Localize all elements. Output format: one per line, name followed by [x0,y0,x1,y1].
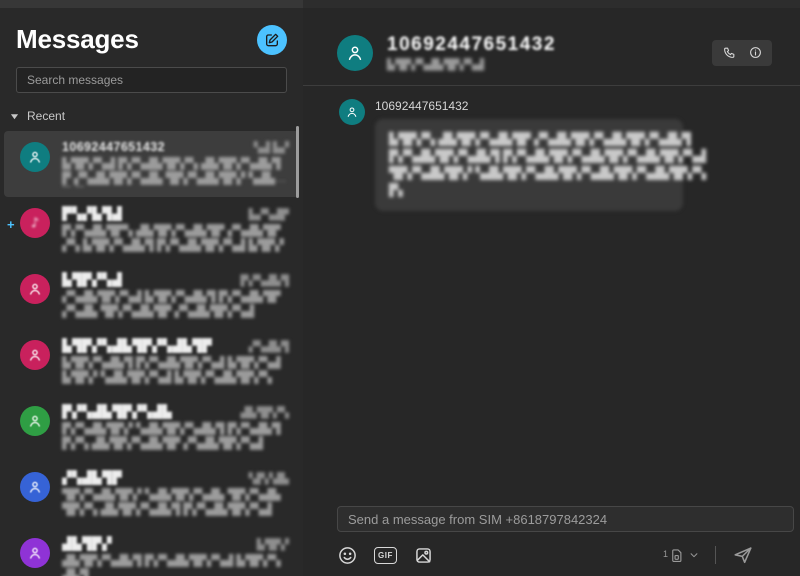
conversation-time: ▙▞▚▟▛ [248,209,289,221]
sim-slot-number: 1 [662,548,668,559]
attach-image-button[interactable] [413,545,434,566]
conversation-item[interactable]: ▙▜▛▞▚▟▙▜▛▞▚▟▙▜▛ ▞▚▟▙▜ ▙▜▛▞▚▟▙▜ ▛▞▚▟▙▜▛▞▚▟ … [4,329,299,395]
conversation-preview: ▙▜▛▞▚▟ ▛▞▚▟▙▜▛▞▚ ▟▙▜▛▞▚▟▙▜▛ ▞▚▟▙▜▛▞▚▟▙ ▜… [62,158,284,185]
person-icon [20,274,50,304]
sidebar-scrollbar[interactable] [296,126,299,198]
chevron-down-icon [685,550,699,560]
message-history: 10692447651432 ▙▜▛▞▚ ▟▙▜▛▞▚▟▙▜▛ ▞▚▟▙▜▛▞▚… [303,86,800,506]
conversation-item[interactable]: ▞▚▟▙▜▛ ▚▛▞▟▙ ▜▛▞▚▟▙▜▛▞ ▚▟▙▜▛▞▚▟▙ ▜▛▞▚▟▙▜▛▞… [4,461,299,527]
gif-button[interactable]: GIF [374,546,397,564]
conversation-preview: ▙▜▛▞▚▟▙▜ ▛▞▚▟▙▜▛▞▚▟ ▙▜▛▞▚▟▙▜▛▞ ▚▟▙▜▛▞▚▟ … [62,357,281,384]
sender-avatar [339,99,365,125]
person-icon [20,472,50,502]
thread-title: 10692447651432 [387,34,556,55]
message-composer: GIF 1 [303,506,800,576]
conversation-title: ▛▞▚▟▙▜▛▞▚▟▙ [62,405,173,419]
phone-icon [723,46,736,59]
received-message: 10692447651432 ▙▜▛▞▚ ▟▙▜▛▞▚▟▙▜▛ ▞▚▟▙▜▛▞▚… [339,99,772,211]
message-input[interactable] [337,506,794,532]
person-icon [345,105,359,119]
thread-actions [712,39,772,66]
conversation-preview: ▛▞▚▟▙▜▛▞ ▚▟▙▜▛▞▚▟▙▜ ▛▞▚▟▙▜▛▞▚ ▟▙▜▛▞▚▟▙▜▛… [62,423,281,450]
sim-card-icon [669,548,684,563]
conversation-title: ▟▙▜▛▞ [62,537,113,551]
conversation-item[interactable]: ▟▙▜▛▞ ▙▜▛▞ ▟▙▜▛▞▚▟▙▜ ▛▞▚▟▙▜▛▞▚▟ ▙▜▛▞▚▟▙▜ [4,527,299,576]
sim-selector[interactable]: 1 [663,548,699,563]
conversation-title: ▙▜▛▞▚▟▙▜▛▞▚▟▙▜▛ [62,339,213,353]
message-sender-name: 10692447651432 [375,99,469,113]
thread-header: 10692447651432 ▙▜▛▞▚▟▙▜▛▞▚▟ [303,8,800,86]
person-icon [20,538,50,568]
recent-section-label: Recent [27,109,66,123]
conversation-time: ▞▚▟▙▜ [248,341,289,353]
conversation-preview: ▟▙▜▛▞▚▟▙▜ ▛▞▚▟▙▜▛▞▚▟ ▙▜▛▞▚▟▙▜ [62,555,281,576]
emoji-icon [337,545,358,566]
emoji-button[interactable] [337,545,358,566]
contact-avatar [337,34,373,71]
recent-section-toggle[interactable]: Recent [0,93,303,123]
gif-icon: GIF [374,546,397,564]
person-icon [20,406,50,436]
person-icon [20,340,50,370]
person-icon [345,43,365,63]
chevron-down-icon [10,112,19,121]
conversation-item[interactable]: ▙▜▛▞▚▟ ▛▞▚▟▙▜ ▞▚▟▙▜▛▞▚▟ ▙▜▛▞▚▟▙▜ ▛▞▚▟▙▜▛▞▚… [4,263,299,329]
conversation-panel: 10692447651432 ▙▜▛▞▚▟▙▜▛▞▚▟ 106924476514… [303,0,800,576]
conversation-time: ▟▙▜▛▞▚ [240,407,289,419]
conversation-preview: ▜▛▞▚▟▙▜▛▞ ▚▟▙▜▛▞▚▟▙ ▜▛▞▚▟▙▜▛▞▚ ▟▙▜▛▞▚▟▙▜… [62,489,281,516]
messages-sidebar: Messages Recent 10692447651432▚▟ ▙▞▙▜▛▞▚… [0,0,303,576]
sidebar-header: Messages [0,8,303,55]
send-icon [732,544,754,566]
call-button[interactable] [718,44,740,62]
message-bubble: ▙▜▛▞▚ ▟▙▜▛▞▚▟▙▜▛ ▞▚▟▙▜▛▞▚▟▙▜▛▞▚▟▙▜ ▛▞▚▟▙▜… [375,119,707,211]
conversation-item[interactable]: + ♪ ▛▚▞▙▜▟ ▙▞▚▟▛ ▛▞▚▟▙▜▛▚ ▟▙▜▛▞▚▟▙▜▛ ▞▚▟▙▜▛▞… [4,197,299,263]
image-icon [413,545,434,566]
message-text-line: ▙▜▛▞▚ ▟▙▜▛▞▚▟▙▜▛ ▞▚▟▙▜▛▞▚▟▙▜▛▞▚▟▙▜ [389,132,691,146]
conversation-list: 10692447651432 ▚▟ ▙▞ ▙▜▛▞▚▟ ▛▞▚▟▙▜▛▞▚ ▟▙▜▛… [0,131,303,576]
conversation-item[interactable]: ▛▞▚▟▙▜▛▞▚▟▙ ▟▙▜▛▞▚ ▛▞▚▟▙▜▛▞ ▚▟▙▜▛▞▚▟▙▜ ▛▞▚… [4,395,299,461]
music-note-icon: ♪ [20,208,50,238]
conversation-time: ▚▛▞▟▙ [248,473,289,485]
send-button[interactable] [732,544,754,566]
message-text-line: ▛▞▚▟▙▜▛▞▚▟▙▜ ▛▞▚▟▙▜▛▞▚▟▙▜▛▞▚▟▙▜▛▞▚▟ [389,149,707,163]
conversation-preview: ▛▞▚▟▙▜▛▚ ▟▙▜▛▞▚▟▙▜▛ ▞▚▟▙▜▛▞▚ ▙▜▛▞▚▟▙▜ ▛▞… [62,225,284,252]
conversation-time: ▛▞▚▟▙▜ [240,275,289,287]
conversation-title: ▞▚▟▙▜▛ [62,471,123,485]
info-icon [749,46,762,59]
conversation-preview: ▞▚▟▙▜▛▞▚▟ ▙▜▛▞▚▟▙▜ ▛▞▚▟▙▜▛▞▚▟▙ ▜▛▞▚▟▙▜▛ … [62,291,281,318]
message-text-line: ▛▖ [389,183,408,197]
conversation-time: ▙▜▛▞ [256,539,289,551]
unread-indicator: + [7,217,15,232]
info-button[interactable] [744,44,766,62]
search-input[interactable] [16,67,287,93]
conversation-item[interactable]: 10692447651432 ▚▟ ▙▞ ▙▜▛▞▚▟ ▛▞▚▟▙▜▛▞▚ ▟▙▜▛… [4,131,299,197]
composer-divider [715,546,716,564]
person-icon [20,142,50,172]
message-text-line: ▜▛▞▚▟▙▜▛▞ ▚▟▙▜▛▞▚▟▙▜▛▞▚▟▙▜▛▞▚▟▙▜▛▞▚ [389,166,707,180]
page-title: Messages [16,24,139,54]
new-message-button[interactable] [257,24,287,55]
conversation-title: 10692447651432 [62,140,165,154]
compose-pencil-icon [264,32,280,48]
phone-link-messages-window: Messages Recent 10692447651432▚▟ ▙▞▙▜▛▞▚… [0,0,800,576]
conversation-time: ▚▟ ▙▞ [253,142,289,154]
thread-subtitle: ▙▜▛▞▚▟▙▜▛▞▚▟ [387,59,484,71]
conversation-title: ▙▜▛▞▚▟ [62,273,123,287]
conversation-title: ▛▚▞▙▜▟ [62,207,123,221]
